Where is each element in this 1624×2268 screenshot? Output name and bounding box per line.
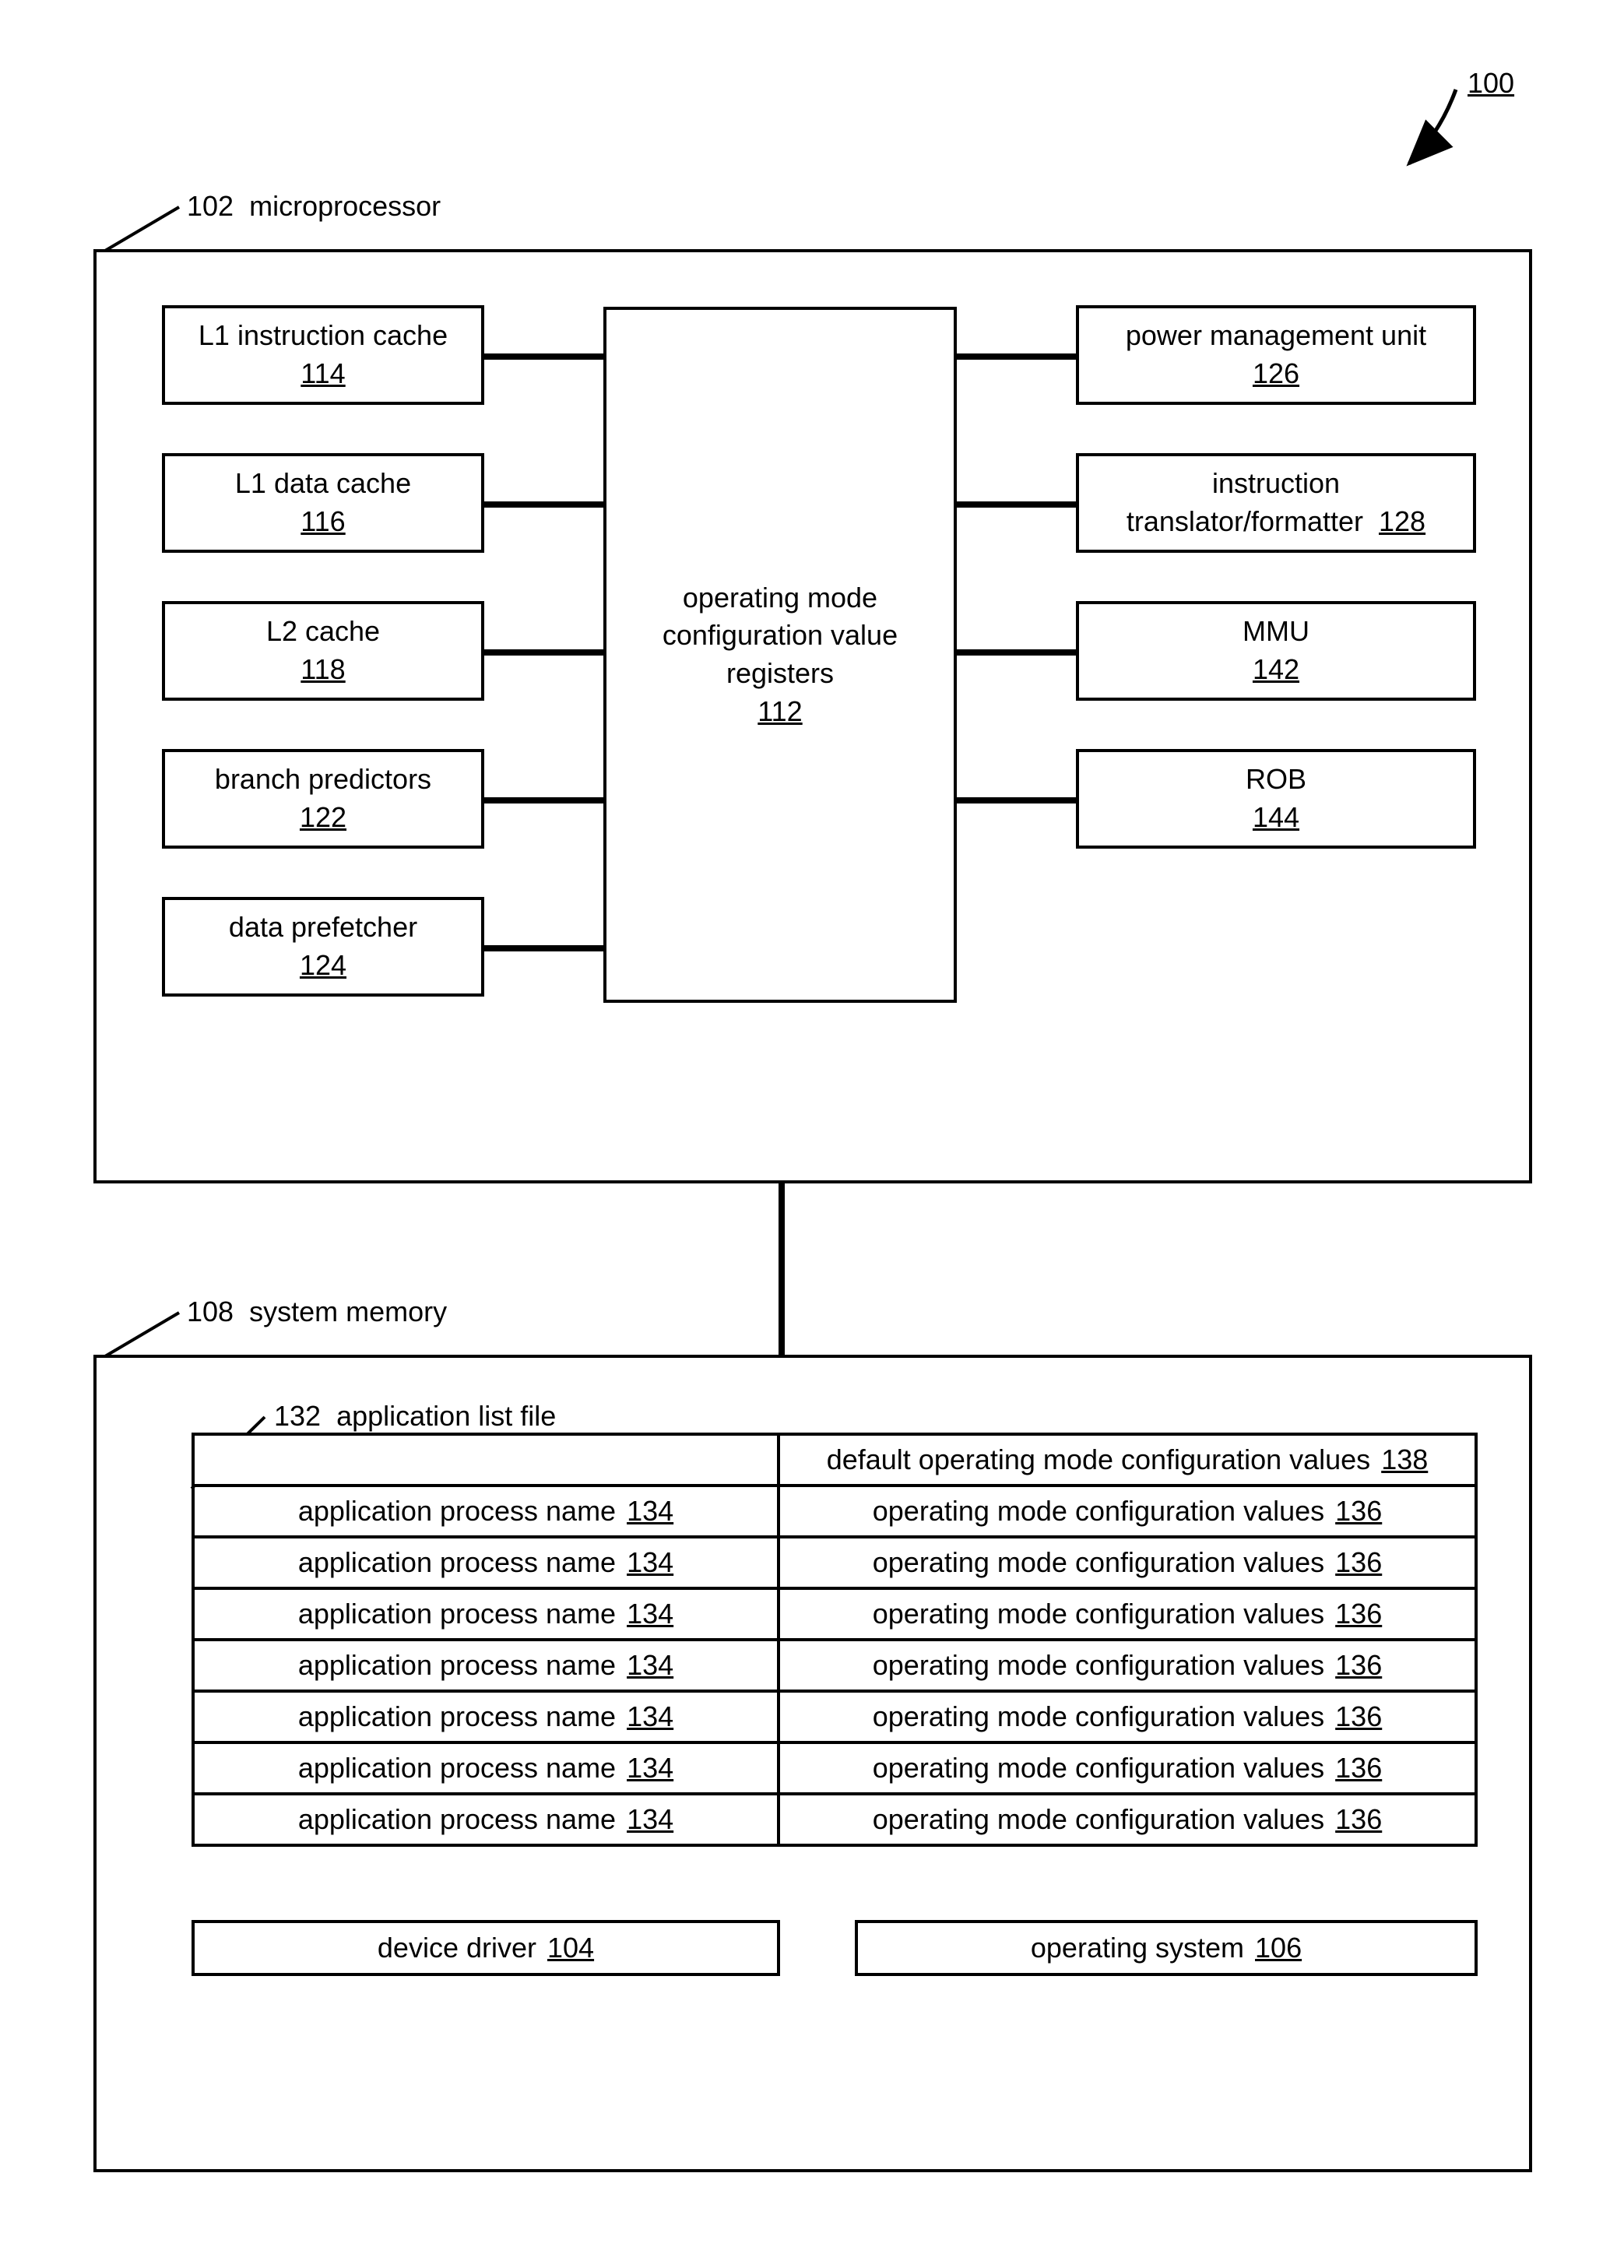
default-values-cell: default operating mode configuration val… [777, 1433, 1478, 1487]
table-row-right: operating mode configuration values136 [777, 1484, 1478, 1538]
figure-canvas: 100 102 microprocessor operating mode co… [0, 0, 1624, 2268]
table-row-right: operating mode configuration values136 [777, 1535, 1478, 1590]
left-header-cell [192, 1433, 780, 1487]
table-row-left: application process name134 [192, 1484, 780, 1538]
table-row-left: application process name134 [192, 1741, 780, 1795]
listfile-label: 132 application list file [274, 1400, 556, 1433]
table-row-left: application process name134 [192, 1535, 780, 1590]
table-row-right: operating mode configuration values136 [777, 1741, 1478, 1795]
table-row-left: application process name134 [192, 1690, 780, 1744]
table-row-right: operating mode configuration values136 [777, 1792, 1478, 1847]
table-row-left: application process name134 [192, 1792, 780, 1847]
table-row-right: operating mode configuration values136 [777, 1638, 1478, 1693]
table-row-left: application process name134 [192, 1638, 780, 1693]
operating-system-block: operating system106 [855, 1920, 1478, 1976]
table-row-right: operating mode configuration values136 [777, 1690, 1478, 1744]
table-row-right: operating mode configuration values136 [777, 1587, 1478, 1641]
device-driver-block: device driver104 [192, 1920, 780, 1976]
table-row-left: application process name134 [192, 1587, 780, 1641]
